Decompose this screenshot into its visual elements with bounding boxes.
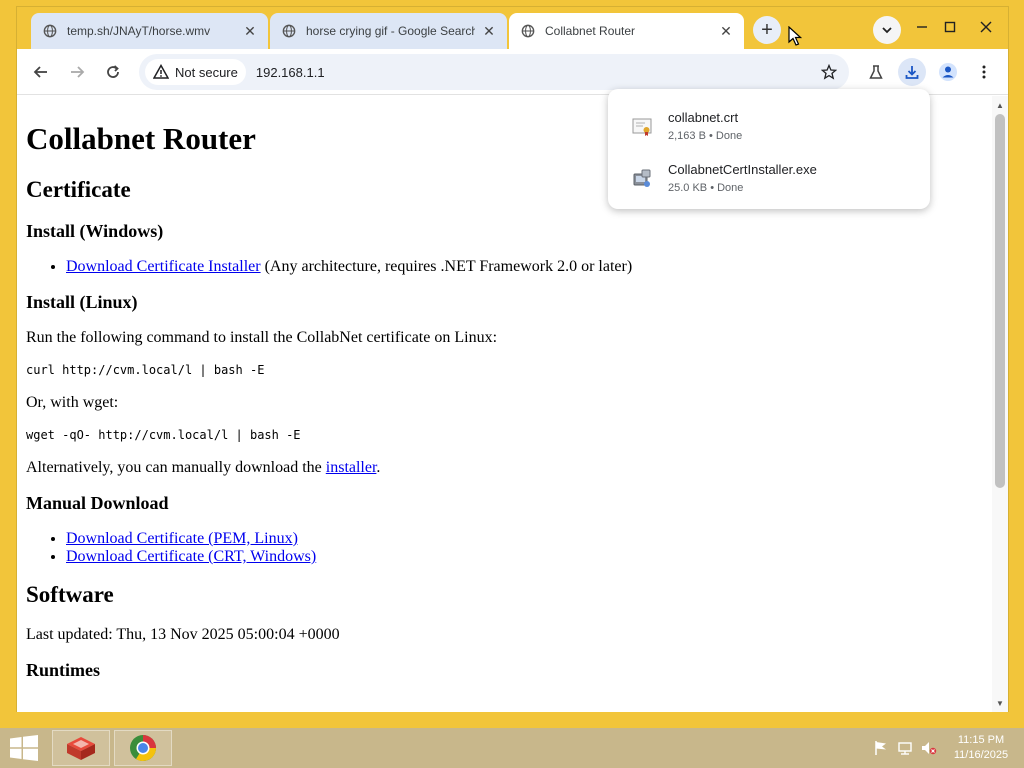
kebab-menu-icon	[982, 65, 986, 79]
clock-date: 11/16/2025	[953, 749, 1009, 761]
tab-title: temp.sh/JNAyT/horse.wmv	[67, 24, 211, 38]
close-icon[interactable]: ✕	[242, 23, 258, 39]
download-item-text: collabnet.crt 2,163 B • Done	[668, 110, 742, 144]
download-item-text: CollabnetCertInstaller.exe 25.0 KB • Don…	[668, 162, 817, 196]
wget-command: wget -qO- http://cvm.local/l | bash -E	[26, 428, 301, 442]
globe-icon	[43, 24, 57, 38]
arrow-left-icon	[33, 66, 47, 78]
tab-search-button[interactable]	[873, 16, 901, 44]
tab-strip: temp.sh/JNAyT/horse.wmv ✕ horse crying g…	[17, 7, 1008, 49]
close-icon[interactable]: ✕	[481, 23, 497, 39]
alternative-paragraph: Alternatively, you can manually download…	[26, 459, 992, 477]
runtimes-heading: Runtimes	[26, 660, 101, 680]
avatar-icon	[939, 63, 957, 81]
executable-file-icon	[633, 169, 651, 187]
scroll-up-arrow[interactable]: ▲	[992, 98, 1008, 112]
windows-start-icon[interactable]	[10, 735, 38, 761]
warning-icon	[153, 64, 169, 79]
bookmark-button[interactable]	[817, 60, 841, 84]
downloads-button[interactable]	[898, 58, 926, 86]
close-icon	[980, 21, 992, 33]
manual-download-list: Download Certificate (PEM, Linux) Downlo…	[66, 530, 992, 566]
address-bar[interactable]: Not secure 192.168.1.1	[139, 54, 849, 90]
download-pem-link[interactable]: Download Certificate (PEM, Linux)	[66, 530, 298, 547]
new-tab-button[interactable]: +	[753, 16, 781, 44]
scroll-thumb[interactable]	[995, 114, 1005, 488]
globe-icon	[282, 24, 296, 38]
list-item: Download Certificate (PEM, Linux)	[66, 530, 992, 548]
browser-window: temp.sh/JNAyT/horse.wmv ✕ horse crying g…	[16, 6, 1009, 712]
taskbar-app-filezilla[interactable]	[52, 730, 110, 766]
file-status: 2,163 B • Done	[668, 130, 743, 142]
close-icon[interactable]: ✕	[718, 23, 734, 39]
alt-prefix-text: Alternatively, you can manually download…	[26, 459, 326, 476]
security-chip[interactable]: Not secure	[145, 59, 246, 85]
reload-button[interactable]	[99, 58, 127, 86]
maximize-button[interactable]	[933, 13, 967, 41]
alt-suffix-text: .	[376, 459, 381, 476]
installer-link[interactable]: installer	[326, 459, 377, 476]
action-center-flag-icon[interactable]	[873, 740, 889, 756]
curl-command: curl http://cvm.local/l | bash -E	[26, 363, 265, 377]
list-item: Download Certificate Installer (Any arch…	[66, 258, 992, 276]
minimize-icon	[917, 26, 927, 28]
star-icon	[821, 64, 837, 80]
close-window-button[interactable]	[969, 13, 1003, 41]
volume-muted-icon[interactable]	[921, 740, 937, 756]
app-red-box-icon	[67, 737, 95, 760]
certificate-file-icon	[632, 118, 652, 136]
plus-icon: +	[761, 19, 773, 41]
install-linux-heading: Install (Linux)	[26, 292, 138, 312]
list-item: Download Certificate (CRT, Windows)	[66, 548, 992, 566]
windows-list: Download Certificate Installer (Any arch…	[66, 258, 992, 276]
download-item[interactable]: collabnet.crt 2,163 B • Done	[608, 101, 930, 153]
download-icon	[905, 66, 919, 79]
network-icon[interactable]	[897, 740, 913, 756]
back-button[interactable]	[27, 58, 55, 86]
file-name: collabnet.crt	[668, 110, 739, 125]
url-text: 192.168.1.1	[255, 64, 325, 80]
maximize-icon	[944, 21, 956, 33]
tab-title: Collabnet Router	[545, 24, 636, 38]
mouse-cursor-icon	[788, 26, 802, 46]
arrow-right-icon	[71, 66, 85, 78]
flask-icon	[869, 65, 883, 79]
downloads-bubble: collabnet.crt 2,163 B • Done CollabnetCe…	[608, 89, 930, 209]
tab-horse-wmv[interactable]: temp.sh/JNAyT/horse.wmv ✕	[31, 13, 268, 49]
download-item[interactable]: CollabnetCertInstaller.exe 25.0 KB • Don…	[608, 153, 930, 205]
tab-google-search[interactable]: horse crying gif - Google Search ✕	[270, 13, 507, 49]
security-label: Not secure	[175, 64, 238, 80]
last-updated-text: Last updated: Thu, 13 Nov 2025 05:00:04 …	[26, 626, 340, 643]
tab-collabnet-router[interactable]: Collabnet Router ✕	[509, 13, 744, 49]
linux-intro-text: Run the following command to install the…	[26, 329, 498, 346]
labs-button[interactable]	[862, 58, 890, 86]
download-crt-link[interactable]: Download Certificate (CRT, Windows)	[66, 548, 316, 565]
manual-download-heading: Manual Download	[26, 493, 169, 513]
download-installer-link[interactable]: Download Certificate Installer	[66, 258, 261, 275]
reload-icon	[107, 65, 119, 78]
install-windows-heading: Install (Windows)	[26, 221, 164, 241]
menu-button[interactable]	[970, 58, 998, 86]
chevron-down-icon	[882, 27, 892, 34]
vertical-scrollbar[interactable]: ▲ ▼	[992, 96, 1008, 712]
file-status: 25.0 KB • Done	[668, 182, 744, 194]
software-heading: Software	[26, 582, 114, 607]
taskbar-clock[interactable]: 11:15 PM 11/16/2025	[946, 733, 1016, 763]
scroll-down-arrow[interactable]: ▼	[992, 696, 1008, 710]
file-name: CollabnetCertInstaller.exe	[668, 162, 817, 177]
taskbar-app-browser[interactable]	[114, 730, 172, 766]
wget-intro-text: Or, with wget:	[26, 394, 119, 411]
clock-time: 11:15 PM	[957, 734, 1005, 746]
forward-button[interactable]	[63, 58, 91, 86]
globe-icon	[521, 24, 535, 38]
tab-title: horse crying gif - Google Search	[306, 24, 475, 38]
browser-app-icon	[130, 735, 157, 762]
taskbar: 11:15 PM 11/16/2025	[0, 728, 1024, 768]
windows-requirements-note: (Any architecture, requires .NET Framewo…	[260, 258, 633, 275]
profile-button[interactable]	[934, 58, 962, 86]
